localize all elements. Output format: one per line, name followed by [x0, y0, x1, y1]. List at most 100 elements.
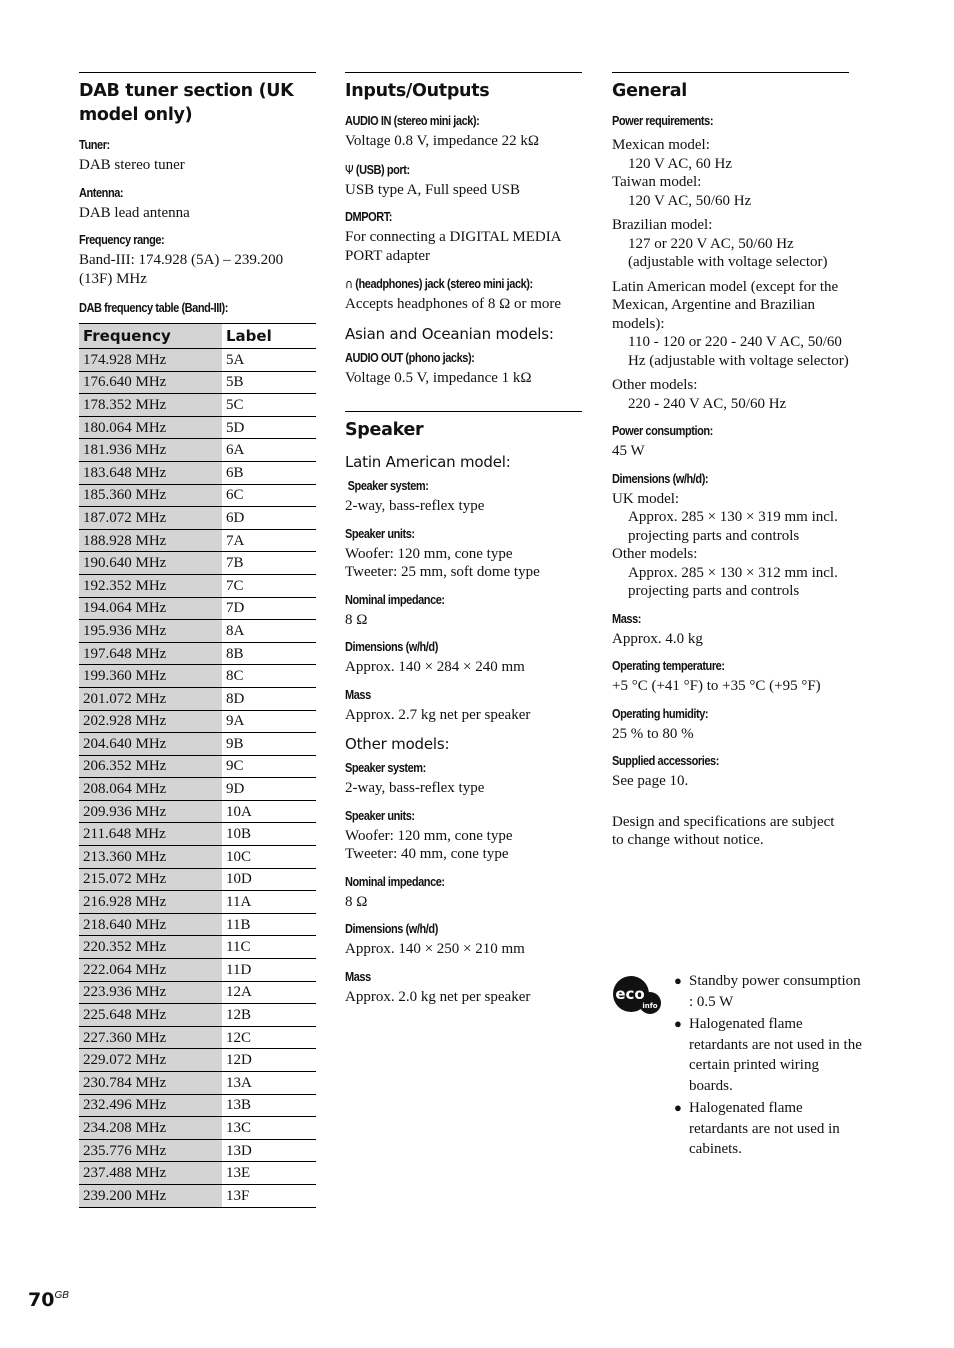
spec-value: Voltage 0.5 V, impedance 1 kΩ: [345, 369, 532, 386]
spec-value: Woofer: 120 mm, cone type Tweeter: 40 mm…: [345, 827, 582, 864]
column-header-frequency: Frequency: [79, 323, 222, 349]
spec-value: Band-III: 174.928 (5A) – 239.200 (13F) M…: [79, 252, 284, 287]
section-title: DAB tuner section (UK model only): [79, 81, 294, 125]
spec-usb-port: Ψ (USB) port: USB type A, Full speed USB: [345, 161, 582, 200]
table-row: 216.928 MHz 11A: [79, 890, 316, 914]
spec-label: Nominal impedance:: [345, 592, 445, 607]
cell-frequency: 195.936 MHz: [79, 619, 222, 643]
page-number: 70GB: [28, 1289, 69, 1311]
power-requirement-line: Brazilian model:: [612, 217, 713, 233]
cell-label: 12C: [222, 1026, 316, 1050]
eco-info-item: ● Halogenated flame retardants are not us…: [672, 1098, 862, 1160]
spec-value: Accepts headphones of 8 Ω or more: [345, 296, 562, 312]
power-requirement-group: Brazilian model: 127 or 220 V AC, 50/60 H…: [612, 216, 849, 272]
dimension-line: Other models:: [612, 546, 698, 562]
table-row: 225.648 MHz 12B: [79, 1003, 316, 1027]
spec-label: Nominal impedance:: [345, 874, 445, 889]
bullet-icon: ●: [674, 1100, 682, 1115]
power-requirement-group: Mexican model: 120 V AC, 60 Hz Taiwan mode…: [612, 136, 849, 210]
eco-info-item: ● Halogenated flame retardants are not us…: [672, 1014, 862, 1096]
cell-frequency: 223.936 MHz: [79, 981, 222, 1005]
headphones-icon: ∩: [345, 276, 353, 291]
cell-frequency: 178.352 MHz: [79, 393, 222, 417]
cell-frequency: 220.352 MHz: [79, 935, 222, 960]
spec-value: UK model: Approx. 285 × 130 × 319 mm incl…: [612, 490, 849, 601]
table-row: 194.064 MHz 7D: [79, 597, 316, 621]
spec-audio-in: AUDIO IN (stereo mini jack): Voltage 0.8…: [345, 113, 582, 151]
cell-frequency: 222.064 MHz: [79, 958, 222, 982]
spec-value: 2-way, bass-reflex type: [345, 498, 485, 514]
subheading-latin-model: Latin American model:: [345, 453, 511, 471]
cell-frequency: 225.648 MHz: [79, 1003, 222, 1027]
spec-label-text: (headphones) jack (stereo mini jack):: [355, 277, 533, 291]
cell-label: 10B: [222, 822, 316, 847]
spec-value: Approx. 4.0 kg: [612, 630, 703, 647]
section-rule: [345, 72, 582, 73]
table-row: 176.640 MHz 5B: [79, 371, 316, 395]
cell-label: 11B: [222, 913, 316, 937]
table-row: 183.648 MHz 6B: [79, 461, 316, 485]
spec-value: 8 Ω: [345, 893, 368, 910]
table-body: 174.928 MHz 5A 176.640 MHz 5B 178.352 MHz 5C 1…: [79, 348, 316, 1208]
power-requirement-line: Latin American model (except for the Mex…: [612, 278, 839, 332]
table-row: 206.352 MHz 9C: [79, 755, 316, 779]
dimension-line: Approx. 285 × 130 × 319 mm incl. project…: [628, 509, 838, 544]
dab-tuner-section: DAB tuner section (UK model only) Tuner:…: [79, 72, 316, 1208]
cell-frequency: 237.488 MHz: [79, 1161, 222, 1185]
general-section: General Power requirements: Mexican mode…: [612, 72, 849, 860]
cell-frequency: 204.640 MHz: [79, 732, 222, 756]
section-rule: [79, 72, 316, 73]
spec-label: Dimensions (w/h/d): [345, 922, 438, 936]
spec-frequency-range: Frequency range: Band-III: 174.928 (5A) …: [79, 232, 316, 288]
spec-label: Speaker units:: [345, 808, 415, 823]
spec-label: Power requirements:: [612, 114, 714, 128]
table-row: 232.496 MHz 13B: [79, 1094, 316, 1118]
spec-label: Dimensions (w/h/d): [345, 640, 438, 654]
spec-value: Approx. 2.0 kg net per speaker: [345, 988, 531, 1005]
spec-value: DAB stereo tuner: [79, 157, 185, 173]
cell-label: 5D: [222, 416, 316, 440]
cell-label: 8D: [222, 687, 316, 711]
cell-label: 7B: [222, 551, 316, 575]
table-row: 180.064 MHz 5D: [79, 416, 316, 440]
cell-frequency: 192.352 MHz: [79, 574, 222, 598]
eco-info-text: Halogenated flame retardants are not use…: [689, 1016, 862, 1094]
table-row: 227.360 MHz 12C: [79, 1026, 316, 1050]
spec-value: Approx. 2.7 kg net per speaker: [345, 706, 531, 723]
cell-label: 13D: [222, 1139, 316, 1163]
cell-label: 9D: [222, 777, 316, 801]
spec-label: AUDIO IN (stereo mini jack):: [345, 114, 480, 128]
cell-label: 11C: [222, 935, 316, 960]
spec-label: Dimensions (w/h/d):: [612, 471, 709, 486]
cell-label: 13A: [222, 1071, 316, 1095]
eco-logo-subtext: info: [642, 1002, 657, 1010]
cell-frequency: 194.064 MHz: [79, 597, 222, 621]
spec-value: 2-way, bass-reflex type: [345, 780, 485, 796]
cell-label: 7C: [222, 574, 316, 598]
eco-info-text: Standby power consumption : 0.5 W: [689, 973, 861, 1010]
spec-label: Mass:: [612, 611, 641, 626]
spec-label: Ψ (USB) port:: [345, 161, 554, 179]
power-requirement-group: Latin American model (except for the Mex…: [612, 278, 849, 371]
cell-label: 10C: [222, 845, 316, 869]
spec-value: For connecting a DIGITAL MEDIA PORT adap…: [345, 229, 561, 264]
spec-label: DMPORT:: [345, 210, 393, 224]
spec-value: Approx. 140 × 250 × 210 mm: [345, 941, 525, 957]
table-label: DAB frequency table (Band-III):: [79, 301, 228, 315]
table-row: 185.360 MHz 6C: [79, 484, 316, 508]
cell-label: 5B: [222, 371, 316, 395]
cell-frequency: 216.928 MHz: [79, 890, 222, 914]
cell-label: 8B: [222, 642, 316, 666]
table-row: 190.640 MHz 7B: [79, 551, 316, 575]
cell-label: 10A: [222, 800, 316, 824]
cell-frequency: 227.360 MHz: [79, 1026, 222, 1050]
cell-label: 11A: [222, 890, 316, 914]
cell-frequency: 180.064 MHz: [79, 416, 222, 440]
table-row: 234.208 MHz 13C: [79, 1116, 316, 1140]
table-row: 215.072 MHz 10D: [79, 868, 316, 892]
page-number-suffix: GB: [54, 1290, 69, 1301]
cell-label: 12D: [222, 1048, 316, 1072]
cell-frequency: 206.352 MHz: [79, 755, 222, 779]
cell-frequency: 209.936 MHz: [79, 800, 222, 824]
cell-frequency: 232.496 MHz: [79, 1094, 222, 1118]
